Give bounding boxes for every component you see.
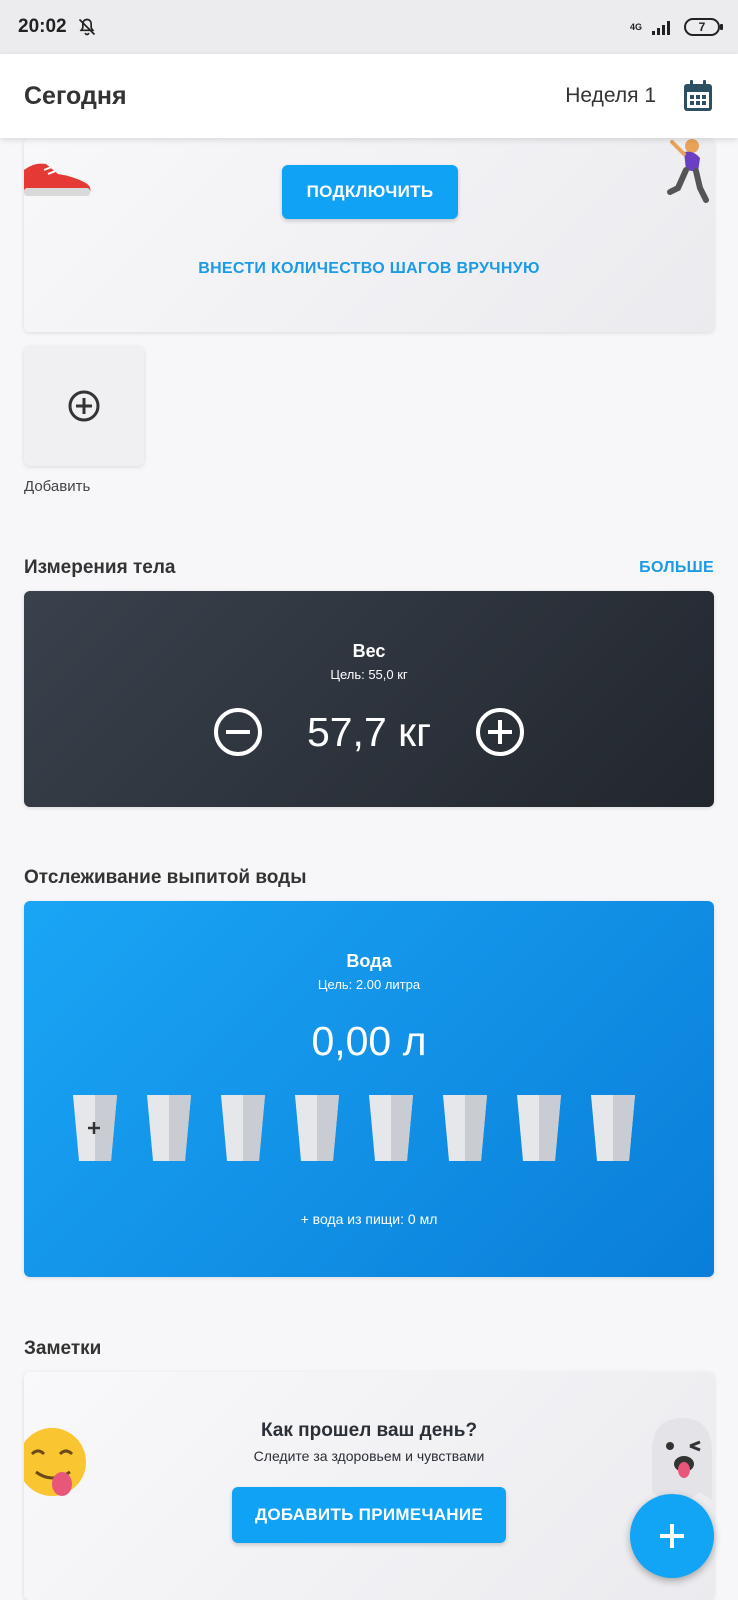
water-glass[interactable]: [369, 1095, 413, 1161]
status-bar: 20:02 4G 7: [0, 0, 738, 54]
weight-value: 57,7 кг: [306, 709, 432, 755]
battery-icon: 7: [684, 18, 723, 36]
app-bar: Сегодня Неделя 1: [0, 54, 738, 138]
water-section-title: Отслеживание выпитой воды: [24, 867, 307, 888]
water-glass[interactable]: [591, 1095, 635, 1161]
body-measurements-title: Измерения тела: [24, 557, 176, 578]
weight-card: Вес Цель: 55,0 кг 57,7 кг: [24, 591, 714, 807]
notes-question: Как прошел ваш день?: [260, 1420, 478, 1441]
water-card: Вода Цель: 2.00 литра 0,00 л + вода из п…: [24, 901, 714, 1277]
plus-circle-icon[interactable]: [474, 706, 526, 758]
calendar-icon[interactable]: [682, 79, 714, 113]
sneaker-icon: [24, 163, 91, 196]
plus-icon: [660, 1524, 684, 1548]
page-title: Сегодня: [24, 81, 127, 110]
water-title: Вода: [346, 951, 392, 971]
food-water-text: + вода из пищи: 0 мл: [300, 1211, 438, 1227]
water-goal: Цель: 2.00 литра: [317, 977, 421, 992]
steps-card: ПОДКЛЮЧИТЬ ВНЕСТИ КОЛИЧЕСТВО ШАГОВ ВРУЧН…: [24, 138, 714, 332]
add-tile[interactable]: [24, 346, 144, 466]
water-glass[interactable]: [517, 1095, 561, 1161]
water-glass[interactable]: [147, 1095, 191, 1161]
more-link[interactable]: БОЛЬШЕ: [639, 559, 714, 577]
water-glass[interactable]: [295, 1095, 339, 1161]
week-label[interactable]: Неделя 1: [565, 84, 656, 108]
add-fab[interactable]: [630, 1494, 714, 1578]
add-water-glass[interactable]: [73, 1095, 117, 1161]
signal-icon: [652, 21, 670, 35]
add-tile-label: Добавить: [24, 478, 91, 495]
network-label: 4G: [629, 22, 642, 32]
plus-circle-icon: [68, 390, 100, 422]
runner-icon: [667, 139, 709, 203]
water-value: 0,00 л: [311, 1018, 427, 1064]
status-time: 20:02: [18, 16, 67, 37]
battery-level: 7: [698, 20, 706, 34]
notes-subtitle: Следите за здоровьем и чувствами: [253, 1448, 485, 1464]
notes-card: Как прошел ваш день? Следите за здоровье…: [24, 1372, 714, 1600]
manual-steps-link[interactable]: ВНЕСТИ КОЛИЧЕСТВО ШАГОВ ВРУЧНУЮ: [24, 260, 714, 278]
connect-button-label: ПОДКЛЮЧИТЬ: [306, 182, 434, 201]
notes-section-title: Заметки: [24, 1338, 102, 1359]
bell-off-icon: [78, 18, 95, 36]
water-glass[interactable]: [443, 1095, 487, 1161]
weight-goal: Цель: 55,0 кг: [330, 667, 408, 682]
water-glass[interactable]: [221, 1095, 265, 1161]
weight-title: Вес: [352, 641, 386, 661]
add-note-button-label: ДОБАВИТЬ ПРИМЕЧАНИЕ: [254, 1505, 484, 1524]
add-note-button[interactable]: ДОБАВИТЬ ПРИМЕЧАНИЕ: [232, 1487, 506, 1543]
connect-button[interactable]: ПОДКЛЮЧИТЬ: [282, 165, 458, 219]
